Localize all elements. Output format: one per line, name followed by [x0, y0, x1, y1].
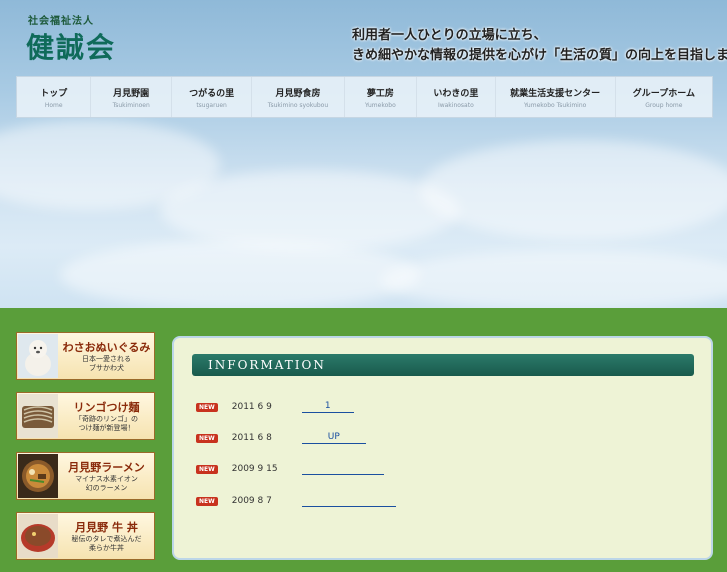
- cloud-decoration: [160, 170, 460, 250]
- nav-label: 月見野食房: [275, 88, 321, 99]
- nav-item-home[interactable]: トップ Home: [17, 77, 92, 117]
- nav-item-tsukiminoen[interactable]: 月見野園 Tsukiminoen: [91, 77, 172, 117]
- site-logo[interactable]: 健誠会: [26, 26, 116, 66]
- banner-subtitle: 日本一愛される ブサかわ犬: [82, 355, 131, 372]
- new-badge: NEW: [196, 496, 218, 506]
- banner-subtitle: マイナス水素イオン 幻のラーメン: [75, 475, 138, 492]
- nav-label: つがるの里: [189, 88, 235, 99]
- banner-column: わさおぬいぐるみ 日本一愛される ブサかわ犬 リンゴつけ麺 「奇跡のリンゴ」の …: [16, 332, 156, 572]
- banner-title: リンゴつけ麺: [73, 401, 140, 414]
- news-link[interactable]: 1: [301, 401, 354, 413]
- news-link[interactable]: [301, 463, 384, 475]
- nav-label: 夢工房: [366, 88, 394, 99]
- nav-sublabel: Home: [44, 101, 63, 109]
- banner-subtitle: 「奇跡のリンゴ」の つけ麺が新登場！: [75, 415, 138, 432]
- nav-item-tsugaruen[interactable]: つがるの里 tsugaruen: [172, 77, 253, 117]
- news-date: 2009 8 7: [231, 496, 272, 506]
- news-date: 2009 9 15: [231, 464, 278, 474]
- nav-sublabel: Yumekobo Tsukimino: [523, 101, 587, 109]
- nav-sublabel: tsugaruen: [196, 101, 227, 109]
- main-nav: トップ Home 月見野園 Tsukiminoen つがるの里 tsugarue…: [16, 76, 713, 118]
- banner-tsukimino-gyudon[interactable]: 月見野 牛 丼 秘伝のタレで煮込んだ 柔らか牛丼: [16, 512, 155, 560]
- nav-sublabel: Iwakinosato: [437, 101, 474, 109]
- tagline-line-1: 利用者一人ひとりの立場に立ち、: [352, 28, 547, 43]
- banner-subtitle: 秘伝のタレで煮込んだ 柔らか牛丼: [71, 535, 142, 552]
- cloud-decoration: [380, 250, 727, 308]
- gyudon-image: [18, 514, 58, 558]
- banner-title: わさおぬいぐるみ: [62, 341, 151, 354]
- nav-item-group-home[interactable]: グループホーム Group home: [616, 77, 712, 117]
- nav-label: 就業生活支援センター: [510, 88, 601, 99]
- tagline-line-2: きめ細やかな情報の提供を心がけ「生活の質」の向上を目指します。: [352, 48, 727, 63]
- news-date: 2011 6 9: [231, 402, 272, 412]
- ramen-image: [18, 454, 58, 498]
- news-item: NEW 2011 6 9 1: [196, 400, 354, 414]
- dog-plush-image: [18, 334, 58, 378]
- banner-title: 月見野 牛 丼: [75, 521, 138, 534]
- news-item: NEW 2009 8 7: [196, 494, 396, 508]
- info-panel: INFORMATION NEW 2011 6 9 1 NEW 2011 6 8 …: [172, 336, 713, 560]
- nav-label: いわきの里: [433, 88, 479, 99]
- org-type: 社会福祉法人: [28, 16, 94, 27]
- info-heading: INFORMATION: [192, 354, 694, 376]
- nav-item-support-center[interactable]: 就業生活支援センター Yumekobo Tsukimino: [496, 77, 616, 117]
- noodles-image: [18, 394, 58, 438]
- nav-sublabel: Tsukimino syokubou: [267, 101, 329, 109]
- news-item: NEW 2011 6 8 UP: [196, 431, 366, 445]
- banner-apple-tsukemen[interactable]: リンゴつけ麺 「奇跡のリンゴ」の つけ麺が新登場！: [16, 392, 155, 440]
- news-date: 2011 6 8: [231, 433, 272, 443]
- news-link[interactable]: [301, 495, 396, 507]
- nav-item-iwakinosato[interactable]: いわきの里 Iwakinosato: [417, 77, 496, 117]
- banner-wasao-plush[interactable]: わさおぬいぐるみ 日本一愛される ブサかわ犬: [16, 332, 155, 380]
- news-link[interactable]: UP: [301, 432, 366, 444]
- banner-tsukimino-ramen[interactable]: 月見野ラーメン マイナス水素イオン 幻のラーメン: [16, 452, 155, 500]
- nav-label: トップ: [40, 88, 68, 99]
- news-item: NEW 2009 9 15: [196, 462, 384, 476]
- nav-item-yumekobo[interactable]: 夢工房 Yumekobo: [345, 77, 418, 117]
- nav-item-syokubou[interactable]: 月見野食房 Tsukimino syokubou: [252, 77, 345, 117]
- banner-title: 月見野ラーメン: [68, 461, 145, 474]
- new-badge: NEW: [196, 402, 218, 412]
- nav-sublabel: Yumekobo: [365, 101, 396, 109]
- new-badge: NEW: [196, 433, 218, 443]
- cloud-decoration: [420, 140, 727, 240]
- nav-sublabel: Group home: [645, 101, 683, 109]
- cloud-decoration: [60, 240, 420, 308]
- new-badge: NEW: [196, 464, 218, 474]
- nav-sublabel: Tsukiminoen: [112, 101, 150, 109]
- nav-label: グループホーム: [632, 88, 695, 99]
- nav-label: 月見野園: [113, 88, 150, 99]
